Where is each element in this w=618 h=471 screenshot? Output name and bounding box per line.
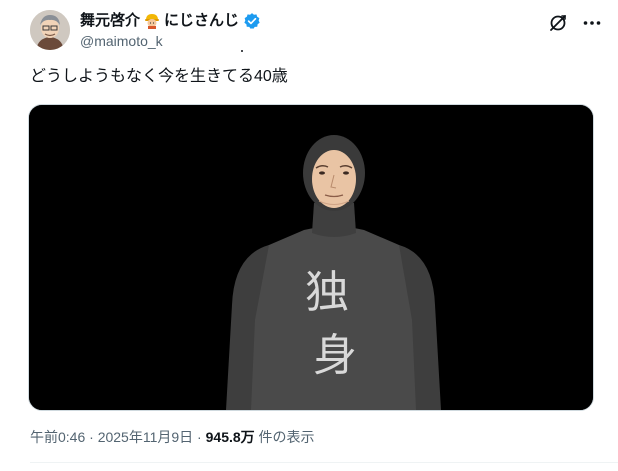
author-display-name[interactable]: 舞元啓介 <box>80 12 140 30</box>
chest-text-line1: 独 <box>305 267 349 318</box>
view-count-label: 件の表示 <box>254 429 315 445</box>
author-name-row[interactable]: 舞元啓介 にじさんじ <box>80 12 261 30</box>
meta-separator: · <box>85 429 98 445</box>
chest-text-line2: 身 <box>313 330 357 381</box>
verified-badge-icon[interactable] <box>243 12 261 30</box>
face <box>312 150 356 208</box>
post-meta: 午前0:46 · 2025年11月9日 · 945.8万 件の表示 <box>30 428 315 446</box>
meta-separator: · <box>193 429 206 445</box>
grok-icon[interactable] <box>547 12 569 34</box>
construction-worker-emoji-icon <box>144 13 160 29</box>
post-date[interactable]: 2025年11月9日 <box>98 429 193 445</box>
author-name-suffix[interactable]: にじさんじ <box>164 12 239 30</box>
post-text: どうしようもなく今を生きてる40歳 <box>30 68 288 85</box>
tweet: 舞元啓介 にじさんじ @maimoto_k どうしようもなく今を生きてる40歳 … <box>0 0 618 471</box>
post-time[interactable]: 午前0:46 <box>30 429 85 445</box>
author-handle[interactable]: @maimoto_k <box>80 33 163 50</box>
avatar[interactable] <box>30 10 70 50</box>
stray-dot <box>241 50 243 52</box>
view-count[interactable]: 945.8万 <box>206 429 255 445</box>
divider <box>30 462 618 463</box>
post-media-image[interactable]: 独 身 <box>28 104 594 411</box>
more-icon[interactable] <box>581 12 603 34</box>
